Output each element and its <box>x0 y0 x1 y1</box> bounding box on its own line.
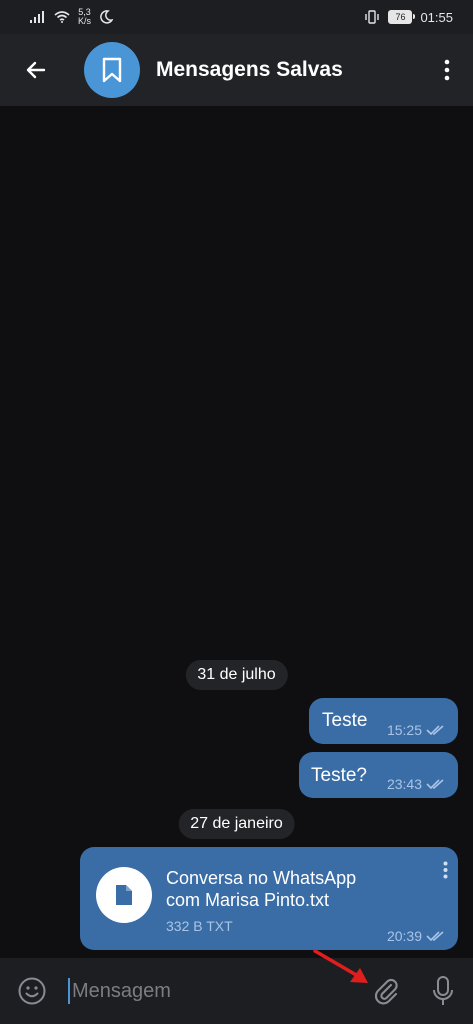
vibrate-icon <box>365 10 380 24</box>
file-message-bubble[interactable]: Conversa no WhatsApp com Marisa Pinto.tx… <box>80 847 458 950</box>
file-options-button[interactable] <box>443 861 448 884</box>
message-bubble[interactable]: Teste 15:25 <box>309 698 458 744</box>
file-download-button[interactable] <box>96 867 152 923</box>
status-right: 76 01:55 <box>364 10 453 25</box>
message-meta: 23:43 <box>387 776 446 792</box>
date-separator: 31 de julho <box>185 660 288 690</box>
network-speed: 5,3 K/s <box>78 8 91 26</box>
wifi-icon <box>54 11 70 23</box>
message-text: Teste <box>322 710 368 731</box>
back-button[interactable] <box>0 34 72 106</box>
file-size: 332 B TXT <box>166 918 233 934</box>
mic-button[interactable] <box>413 958 473 1024</box>
chat-title[interactable]: Mensagens Salvas <box>156 58 421 82</box>
date-separator: 27 de janeiro <box>178 809 295 839</box>
status-time: 01:55 <box>420 9 453 25</box>
avatar[interactable] <box>84 42 140 98</box>
bookmark-icon <box>102 57 122 83</box>
back-arrow-icon <box>26 61 46 79</box>
message-input-bar: Mensagem <box>0 958 473 1024</box>
chat-header: Mensagens Salvas <box>0 34 473 106</box>
message-meta: 15:25 <box>387 722 446 738</box>
status-bar: 5,3 K/s 76 01:55 <box>0 0 473 34</box>
message-meta: 20:39 <box>387 928 446 944</box>
more-vert-icon <box>444 59 450 81</box>
message-text: Teste? <box>311 765 367 786</box>
message-time: 23:43 <box>386 776 422 792</box>
more-options-button[interactable] <box>421 34 473 106</box>
double-check-icon <box>426 779 444 790</box>
mic-icon <box>433 976 453 1005</box>
chat-area[interactable]: 31 de julho Teste 15:25 Teste? 23:43 27 … <box>0 106 473 958</box>
more-vert-icon <box>443 861 448 879</box>
text-caret <box>68 978 70 1004</box>
status-left: 5,3 K/s <box>30 8 114 26</box>
battery-level: 76 <box>395 12 406 22</box>
annotation-arrow-icon <box>313 949 368 983</box>
message-input-placeholder: Mensagem <box>72 979 171 1002</box>
double-check-icon <box>426 725 444 736</box>
message-bubble[interactable]: Teste? 23:43 <box>299 752 458 798</box>
double-check-icon <box>426 931 444 942</box>
message-time: 15:25 <box>386 722 422 738</box>
emoji-icon <box>18 977 46 1005</box>
emoji-button[interactable] <box>0 958 64 1024</box>
signal-icon <box>30 11 44 23</box>
network-speed-unit: K/s <box>78 16 92 26</box>
message-time: 20:39 <box>386 928 422 944</box>
battery-icon: 76 <box>388 10 416 24</box>
moon-icon <box>100 10 114 24</box>
file-name[interactable]: Conversa no WhatsApp com Marisa Pinto.tx… <box>166 867 386 911</box>
file-icon <box>116 885 132 905</box>
